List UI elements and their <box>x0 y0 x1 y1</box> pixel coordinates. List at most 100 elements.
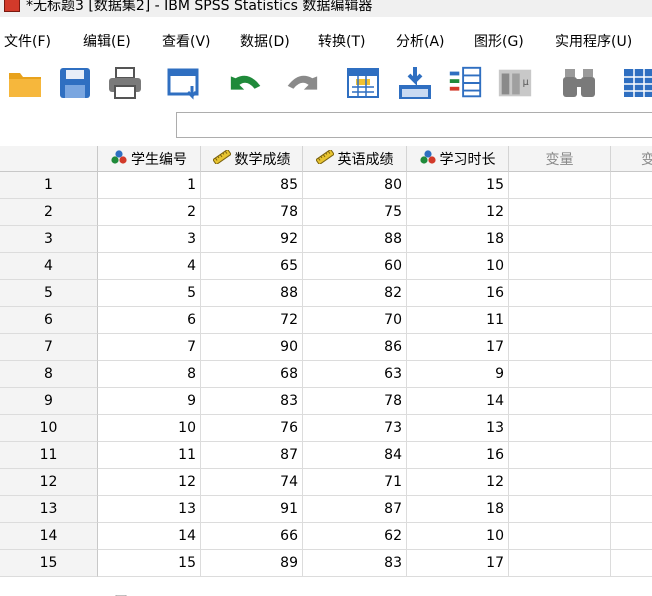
data-cell[interactable] <box>509 361 611 388</box>
row-header[interactable]: 5 <box>0 280 98 307</box>
row-header[interactable]: 9 <box>0 388 98 415</box>
data-cell[interactable]: 10 <box>98 415 201 442</box>
open-folder-icon[interactable] <box>6 64 44 102</box>
data-cell[interactable]: 91 <box>201 496 303 523</box>
menu-data[interactable]: 数据(D) <box>240 31 290 51</box>
data-cell[interactable]: 75 <box>303 199 407 226</box>
data-cell[interactable]: 16 <box>407 280 509 307</box>
data-cell[interactable]: 73 <box>303 415 407 442</box>
row-header[interactable]: 15 <box>0 550 98 577</box>
data-cell[interactable] <box>509 226 611 253</box>
data-cell[interactable]: 60 <box>303 253 407 280</box>
data-cell[interactable]: 9 <box>98 388 201 415</box>
menu-analyze[interactable]: 分析(A) <box>396 31 445 51</box>
run-descriptives-icon[interactable]: μ <box>496 64 534 102</box>
data-cell[interactable]: 92 <box>201 226 303 253</box>
data-cell[interactable]: 89 <box>201 550 303 577</box>
data-cell[interactable]: 76 <box>201 415 303 442</box>
data-cell[interactable] <box>509 442 611 469</box>
row-header[interactable]: 14 <box>0 523 98 550</box>
data-cell[interactable]: 87 <box>201 442 303 469</box>
data-cell[interactable]: 1 <box>98 172 201 199</box>
data-cell[interactable] <box>509 496 611 523</box>
print-icon[interactable] <box>106 64 144 102</box>
data-cell[interactable] <box>611 388 652 415</box>
goto-variable-icon[interactable] <box>396 64 434 102</box>
data-cell[interactable]: 70 <box>303 307 407 334</box>
data-cell[interactable] <box>611 334 652 361</box>
data-cell[interactable]: 17 <box>407 334 509 361</box>
data-cell[interactable] <box>509 415 611 442</box>
data-cell[interactable]: 62 <box>303 523 407 550</box>
data-cell[interactable] <box>509 307 611 334</box>
redo-icon[interactable] <box>282 64 320 102</box>
data-cell[interactable] <box>611 307 652 334</box>
data-cell[interactable] <box>509 523 611 550</box>
row-header[interactable]: 10 <box>0 415 98 442</box>
data-cell[interactable] <box>611 226 652 253</box>
row-header[interactable]: 11 <box>0 442 98 469</box>
data-cell[interactable]: 14 <box>98 523 201 550</box>
row-header[interactable]: 6 <box>0 307 98 334</box>
data-cell[interactable]: 65 <box>201 253 303 280</box>
data-cell[interactable]: 14 <box>407 388 509 415</box>
data-cell[interactable] <box>611 415 652 442</box>
data-cell[interactable]: 68 <box>201 361 303 388</box>
data-cell[interactable]: 15 <box>407 172 509 199</box>
data-cell[interactable] <box>611 550 652 577</box>
menu-file[interactable]: 文件(F) <box>4 31 51 51</box>
data-cell[interactable]: 12 <box>407 199 509 226</box>
data-cell[interactable]: 13 <box>407 415 509 442</box>
data-cell[interactable]: 82 <box>303 280 407 307</box>
data-cell[interactable] <box>611 496 652 523</box>
row-header[interactable]: 7 <box>0 334 98 361</box>
row-header[interactable]: 8 <box>0 361 98 388</box>
data-cell[interactable]: 78 <box>303 388 407 415</box>
data-cell[interactable] <box>611 523 652 550</box>
row-header[interactable]: 4 <box>0 253 98 280</box>
data-cell[interactable]: 8 <box>98 361 201 388</box>
row-header[interactable]: 1 <box>0 172 98 199</box>
data-cell[interactable]: 63 <box>303 361 407 388</box>
data-cell[interactable]: 72 <box>201 307 303 334</box>
data-cell[interactable]: 13 <box>98 496 201 523</box>
data-cell[interactable] <box>611 361 652 388</box>
data-cell[interactable]: 74 <box>201 469 303 496</box>
data-cell[interactable]: 10 <box>407 523 509 550</box>
data-cell[interactable]: 88 <box>303 226 407 253</box>
data-cell[interactable] <box>611 199 652 226</box>
data-cell[interactable]: 86 <box>303 334 407 361</box>
variables-icon[interactable] <box>446 64 484 102</box>
data-cell[interactable]: 71 <box>303 469 407 496</box>
column-header-study-hours[interactable]: 学习时长 <box>407 146 509 172</box>
data-cell[interactable]: 16 <box>407 442 509 469</box>
data-cell[interactable] <box>611 280 652 307</box>
undo-icon[interactable] <box>228 64 266 102</box>
row-header[interactable]: 13 <box>0 496 98 523</box>
save-icon[interactable] <box>56 64 94 102</box>
data-cell[interactable]: 12 <box>98 469 201 496</box>
data-cell[interactable]: 11 <box>98 442 201 469</box>
data-cell[interactable]: 17 <box>407 550 509 577</box>
menu-graphs[interactable]: 图形(G) <box>474 31 524 51</box>
column-header-empty-2[interactable]: 变 <box>611 146 652 172</box>
data-cell[interactable]: 84 <box>303 442 407 469</box>
data-cell[interactable]: 15 <box>98 550 201 577</box>
data-cell[interactable] <box>509 550 611 577</box>
menu-transform[interactable]: 转换(T) <box>318 31 365 51</box>
find-icon[interactable] <box>560 64 598 102</box>
data-cell[interactable]: 3 <box>98 226 201 253</box>
menu-view[interactable]: 查看(V) <box>162 31 211 51</box>
data-cell[interactable]: 11 <box>407 307 509 334</box>
data-cell[interactable]: 7 <box>98 334 201 361</box>
data-cell[interactable]: 10 <box>407 253 509 280</box>
data-cell[interactable]: 4 <box>98 253 201 280</box>
data-cell[interactable] <box>611 442 652 469</box>
row-header[interactable]: 2 <box>0 199 98 226</box>
data-cell[interactable]: 90 <box>201 334 303 361</box>
insert-cases-icon[interactable] <box>620 64 652 102</box>
data-cell[interactable] <box>509 388 611 415</box>
data-cell[interactable] <box>611 253 652 280</box>
data-cell[interactable]: 2 <box>98 199 201 226</box>
data-cell[interactable] <box>611 469 652 496</box>
